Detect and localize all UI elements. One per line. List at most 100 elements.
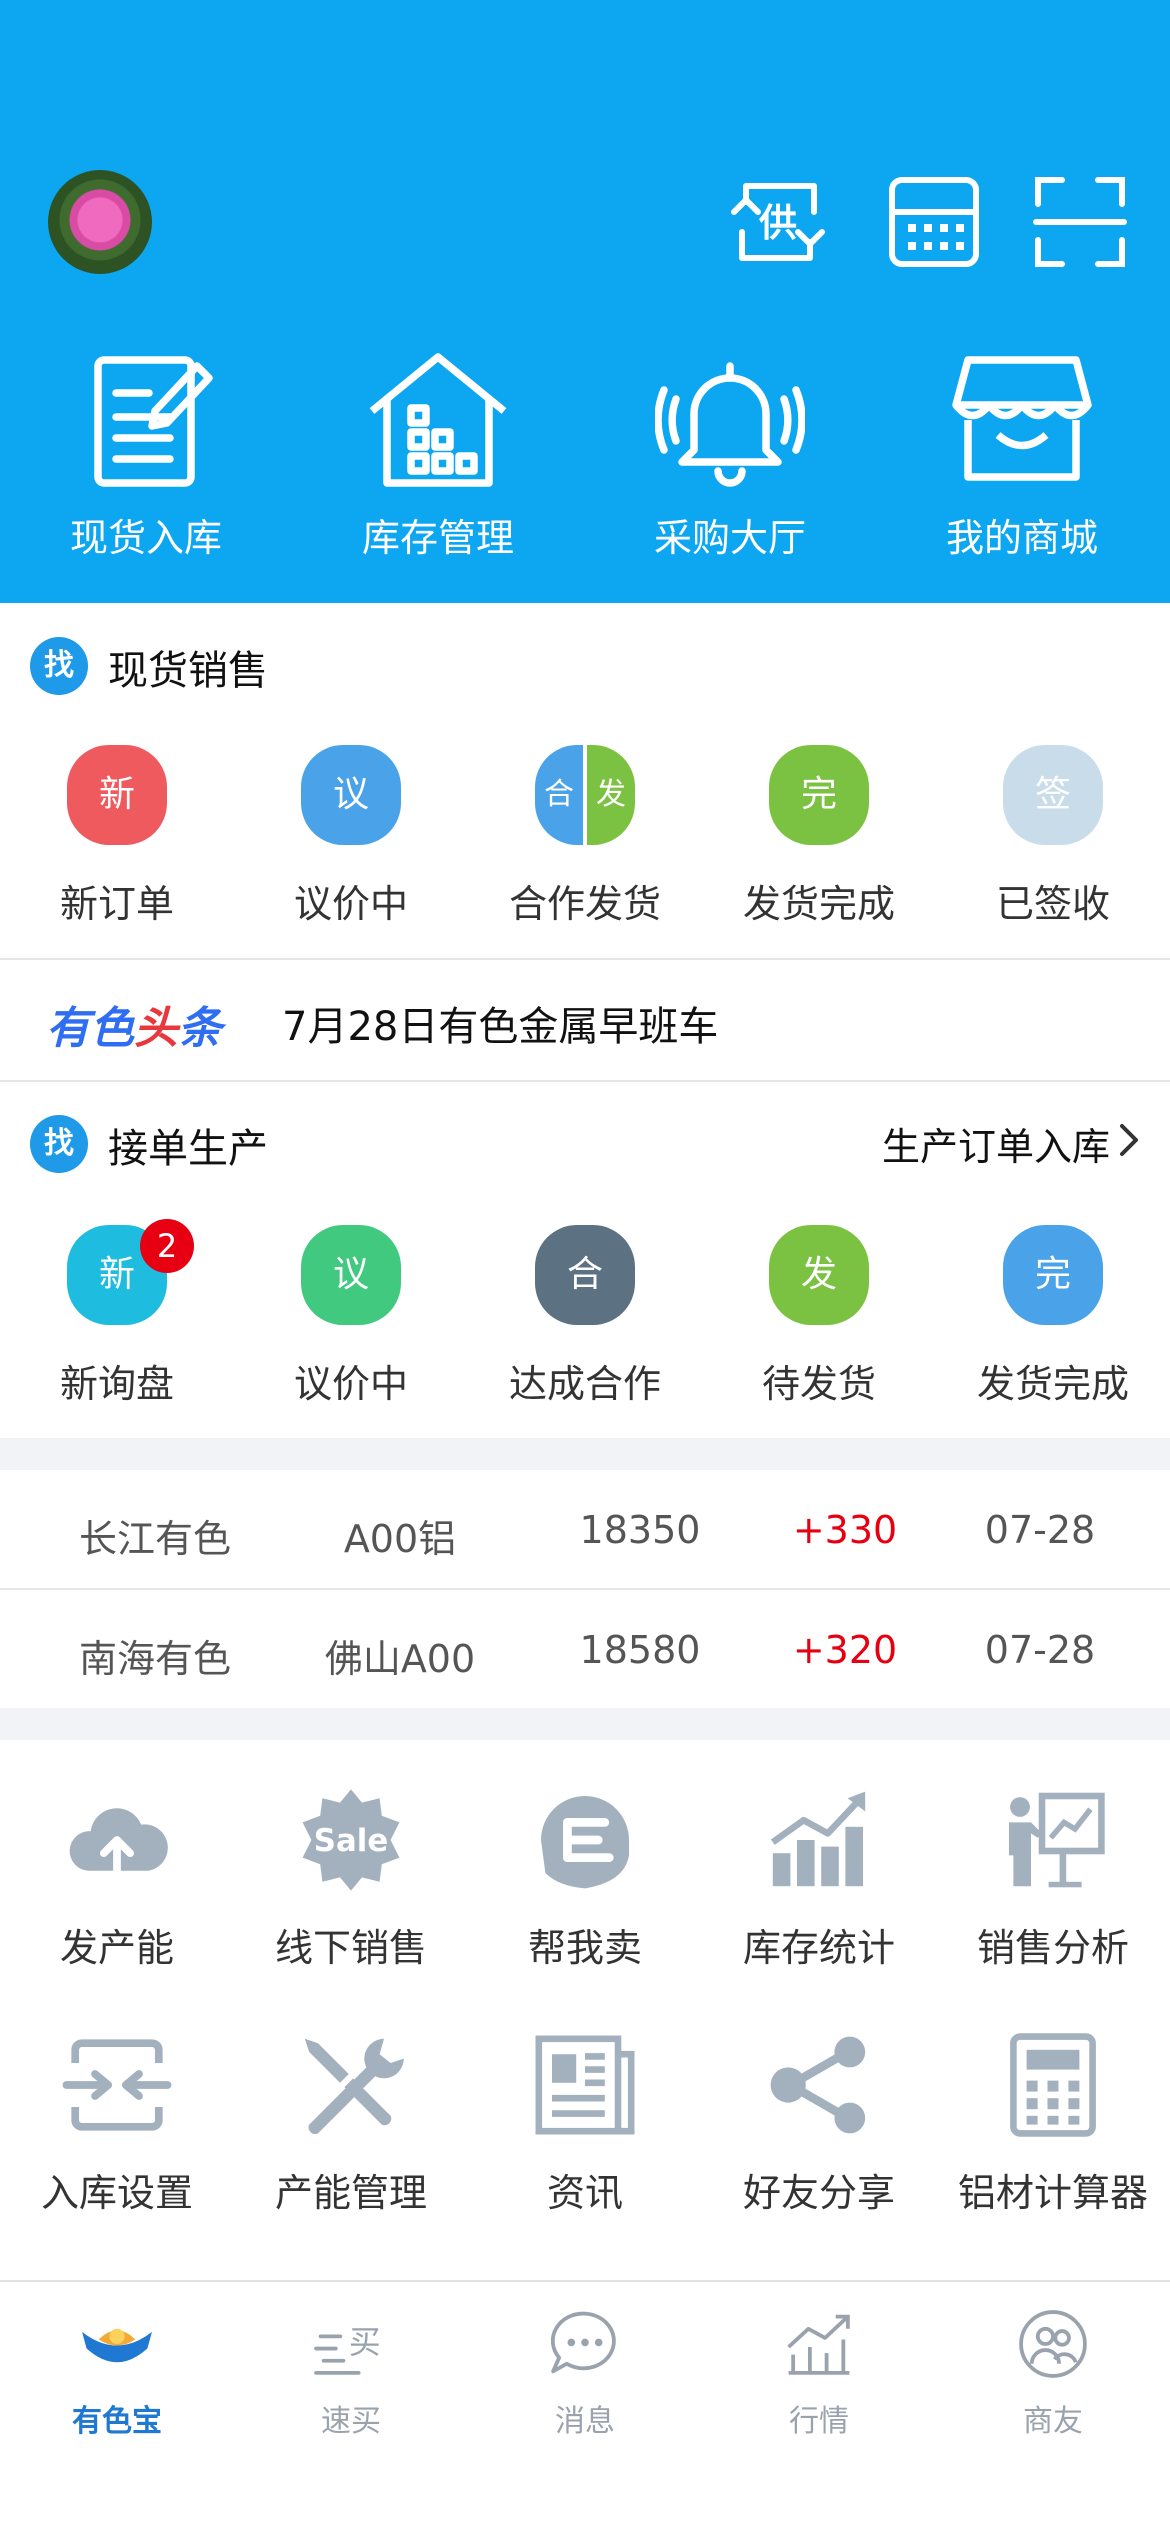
- status-label: 发货完成: [742, 882, 895, 926]
- avatar[interactable]: [48, 170, 152, 274]
- status-deal-reached[interactable]: 合 达成合作: [468, 1225, 702, 1425]
- tool-label: 铝材计算器: [957, 2171, 1148, 2215]
- tool-capacity-management[interactable]: 产能管理: [234, 2030, 468, 2230]
- tool-help-me-sell[interactable]: 帮我卖: [468, 1785, 702, 1985]
- calculator-icon[interactable]: [884, 172, 984, 272]
- status-negotiating[interactable]: 议 议价中: [234, 1225, 468, 1425]
- find-badge: 找: [30, 637, 88, 695]
- price-value: 18350: [579, 1508, 701, 1552]
- bell-icon: [655, 362, 805, 487]
- price-product: 佛山A00: [324, 1637, 476, 1681]
- spot-sales-header: 找 现货销售: [0, 612, 1170, 712]
- warehouse-icon: [369, 353, 507, 487]
- signed-icon: 签: [1003, 745, 1103, 845]
- handshake-icon: [82, 2328, 152, 2363]
- tool-label: 资讯: [546, 2171, 623, 2215]
- negotiating-icon: 议: [301, 745, 401, 845]
- nav-spot-inbound[interactable]: 现货入库: [0, 345, 292, 565]
- tool-publish-capacity[interactable]: 发产能: [0, 1785, 234, 1985]
- status-label: 议价中: [293, 882, 408, 926]
- calculator-icon: [1010, 2033, 1096, 2137]
- tool-label: 产能管理: [274, 2171, 427, 2215]
- price-market: 长江有色: [78, 1517, 231, 1561]
- status-label: 议价中: [293, 1362, 408, 1406]
- new-order-icon: 新: [67, 745, 167, 845]
- status-signed[interactable]: 签 已签收: [936, 745, 1170, 945]
- divider: [0, 958, 1170, 960]
- shop-icon: [952, 356, 1092, 481]
- status-shipped[interactable]: 完 发货完成: [702, 745, 936, 945]
- tool-inbound-settings[interactable]: 入库设置: [0, 2030, 234, 2230]
- tab-label: 行情: [789, 2404, 849, 2439]
- status-cooperative-shipping[interactable]: 合 发 合作发货: [468, 745, 702, 945]
- tool-label: 发产能: [59, 1926, 174, 1970]
- nav-inventory[interactable]: 库存管理: [292, 345, 584, 565]
- status-label: 合作发货: [508, 882, 661, 926]
- hand-e-icon: [541, 1796, 629, 1889]
- header: 供 现货入库 库存管理 采购大厅 我的商城: [0, 0, 1170, 603]
- scan-icon[interactable]: [1030, 172, 1130, 272]
- status-pending-shipment[interactable]: 发 待发货: [702, 1225, 936, 1425]
- tool-label: 帮我卖: [527, 1926, 642, 1970]
- price-date: 07-28: [984, 1508, 1096, 1552]
- find-badge: 找: [30, 1115, 88, 1173]
- shipped-icon: 完: [1003, 1225, 1103, 1325]
- status-label: 新订单: [59, 882, 174, 926]
- status-label: 待发货: [761, 1362, 876, 1406]
- tool-news[interactable]: 资讯: [468, 2030, 702, 2230]
- cooperative-shipping-icon: 合 发: [535, 745, 635, 845]
- message-icon: [550, 2311, 616, 2374]
- friends-icon: [1019, 2310, 1087, 2378]
- price-product: A00铝: [343, 1517, 457, 1561]
- status-new-order[interactable]: 新 新订单: [0, 745, 234, 945]
- production-header: 找 接单生产 生产订单入库: [0, 1090, 1170, 1190]
- tool-inventory-stats[interactable]: 库存统计: [702, 1785, 936, 1985]
- production-status-row: 新 2 新询盘 议 议价中 合 达成合作 发 待发货 完 发货完成: [0, 1219, 1170, 1425]
- sale-badge-icon: Sale: [302, 1789, 400, 1891]
- price-change: +320: [792, 1628, 898, 1672]
- status-label: 新询盘: [59, 1362, 174, 1406]
- shipped-icon: 完: [769, 745, 869, 845]
- tool-friend-share[interactable]: 好友分享: [702, 2030, 936, 2230]
- tools-icon: [304, 2038, 404, 2135]
- nav-label: 库存管理: [361, 516, 514, 560]
- tool-label: 好友分享: [742, 2171, 895, 2215]
- section-title: 现货销售: [108, 648, 268, 694]
- quick-buy-icon: 买: [314, 2323, 381, 2375]
- tool-offline-sales[interactable]: Sale 线下销售: [234, 1785, 468, 1985]
- spot-sales-status-row: 新 新订单 议 议价中 合 发 合作发货 完 发货完成 签 已签收: [0, 745, 1170, 945]
- price-row[interactable]: 长江有色 A00铝 18350 +330 07-28: [0, 1470, 1170, 1590]
- inbound-arrows-icon: [62, 2039, 172, 2131]
- market-trend-icon: [787, 2314, 850, 2375]
- price-row[interactable]: 南海有色 佛山A00 18580 +320 07-28: [0, 1590, 1170, 1710]
- bar-chart-icon: [770, 1791, 866, 1887]
- status-negotiating[interactable]: 议 议价中: [234, 745, 468, 945]
- news-headline[interactable]: 7月28日有色金属早班车: [282, 994, 718, 1052]
- tool-aluminum-calculator[interactable]: 铝材计算器: [936, 2030, 1170, 2230]
- svg-text:买: 买: [349, 2323, 381, 2361]
- tool-sales-analysis[interactable]: 销售分析: [936, 1785, 1170, 1985]
- tab-business-friends[interactable]: 商友: [936, 2306, 1170, 2456]
- chevron-right-icon[interactable]: [1114, 1120, 1144, 1160]
- section-gap: [0, 1708, 1170, 1740]
- nav-my-shop[interactable]: 我的商城: [876, 345, 1168, 565]
- notepad-icon: [94, 356, 213, 487]
- nav-label: 采购大厅: [653, 516, 806, 560]
- status-shipped[interactable]: 完 发货完成: [936, 1225, 1170, 1425]
- nav-purchase-hall[interactable]: 采购大厅: [584, 345, 876, 565]
- tab-yousebao[interactable]: 有色宝: [0, 2306, 234, 2456]
- tool-label: 线下销售: [274, 1926, 427, 1970]
- pending-shipment-icon: 发: [769, 1225, 869, 1325]
- tab-market[interactable]: 行情: [702, 2306, 936, 2456]
- tab-quick-buy[interactable]: 买 速买: [234, 2306, 468, 2456]
- status-new-inquiry[interactable]: 新 2 新询盘: [0, 1219, 234, 1425]
- supply-switch-icon[interactable]: 供: [728, 172, 828, 272]
- tab-label: 消息: [555, 2404, 615, 2439]
- status-label: 已签收: [995, 882, 1110, 926]
- tab-messages[interactable]: 消息: [468, 2306, 702, 2456]
- unread-count-badge: 2: [140, 1219, 194, 1273]
- deal-reached-icon: 合: [535, 1225, 635, 1325]
- tab-label: 速买: [321, 2404, 381, 2439]
- production-order-inbound-link[interactable]: 生产订单入库: [882, 1116, 1110, 1171]
- nav-label: 我的商城: [945, 516, 1098, 560]
